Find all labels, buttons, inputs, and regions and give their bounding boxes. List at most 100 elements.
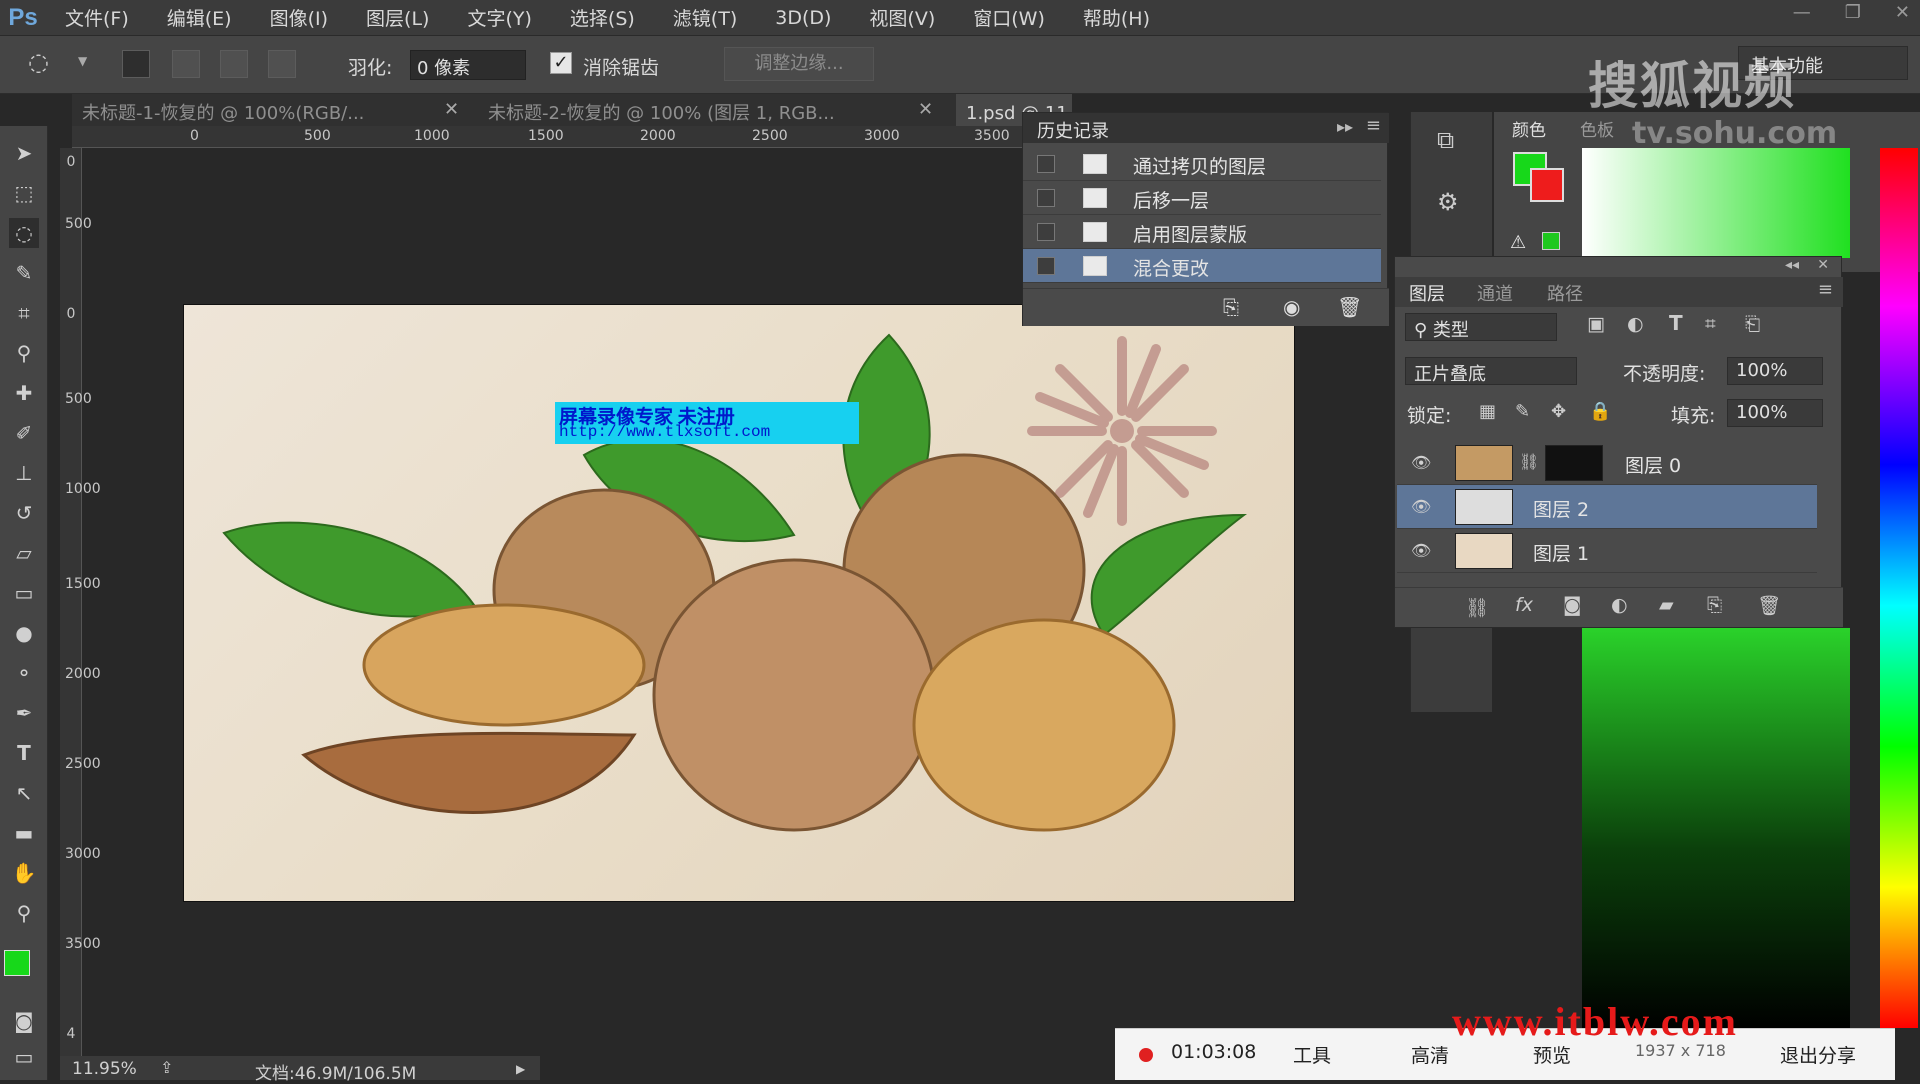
menu-select[interactable]: 选择(S): [551, 4, 654, 31]
recorder-exit-button[interactable]: 退出分享: [1780, 1041, 1856, 1068]
layer-name[interactable]: 图层 2: [1533, 495, 1589, 522]
close-icon[interactable]: ✕: [444, 99, 459, 120]
chevron-down-icon[interactable]: ▼: [78, 54, 87, 68]
history-panel-icon[interactable]: ⧉: [1437, 126, 1454, 154]
close-icon[interactable]: ✕: [1817, 257, 1829, 273]
lasso-tool-icon[interactable]: ◌: [9, 218, 39, 248]
adjustment-layer-icon[interactable]: ◐: [1611, 594, 1628, 616]
color-spectrum-field[interactable]: [1582, 148, 1850, 258]
snapshot-checkbox[interactable]: [1037, 223, 1055, 241]
collapse-icon[interactable]: ◂◂: [1785, 257, 1799, 273]
menu-edit[interactable]: 编辑(E): [148, 4, 251, 31]
hand-tool-icon[interactable]: ✋: [9, 858, 39, 888]
opacity-input[interactable]: 100%: [1727, 357, 1823, 385]
type-filter-icon[interactable]: T: [1669, 311, 1683, 335]
share-icon[interactable]: ⇪: [160, 1058, 173, 1077]
refine-edge-button[interactable]: 调整边缘...: [724, 47, 874, 81]
snapshot-checkbox[interactable]: [1037, 257, 1055, 275]
maximize-icon[interactable]: ❐: [1845, 2, 1861, 23]
panel-menu-icon[interactable]: ≡: [1366, 115, 1381, 136]
new-layer-icon[interactable]: ⎘: [1707, 594, 1722, 616]
tab-channels[interactable]: 通道: [1477, 280, 1513, 306]
fill-input[interactable]: 100%: [1727, 399, 1823, 427]
menu-help[interactable]: 帮助(H): [1064, 4, 1169, 31]
layer-filter-select[interactable]: ⚲ 类型: [1405, 313, 1557, 341]
layer-row[interactable]: 👁 ⛓ 图层 0: [1397, 441, 1817, 485]
trash-icon[interactable]: 🗑: [1337, 295, 1362, 319]
zoom-level[interactable]: 11.95%: [72, 1059, 137, 1079]
collapse-icon[interactable]: ▸▸: [1337, 117, 1353, 136]
lock-all-icon[interactable]: 🔒: [1589, 401, 1611, 422]
camera-icon[interactable]: ◉: [1283, 295, 1300, 319]
history-item[interactable]: 后移一层: [1023, 181, 1381, 215]
recorder-preview-button[interactable]: 预览: [1533, 1041, 1571, 1068]
new-document-icon[interactable]: ⎘: [1223, 295, 1239, 319]
pen-tool-icon[interactable]: ✒: [9, 698, 39, 728]
snapshot-checkbox[interactable]: [1037, 189, 1055, 207]
link-layers-icon[interactable]: ⛓: [1465, 596, 1489, 619]
visibility-eye-icon[interactable]: 👁: [1411, 497, 1433, 516]
blend-mode-select[interactable]: 正片叠底: [1405, 357, 1577, 385]
lock-pixels-icon[interactable]: ✎: [1515, 401, 1530, 422]
menu-layer[interactable]: 图层(L): [347, 4, 448, 31]
type-tool-icon[interactable]: T: [9, 738, 39, 768]
screen-mode-icon[interactable]: ▭: [9, 1042, 39, 1072]
history-item[interactable]: 混合更改: [1023, 249, 1381, 283]
tab-untitled-1[interactable]: 未标题-1-恢复的 @ 100%(RGB/...: [72, 94, 472, 126]
brush-tool-icon[interactable]: ✐: [9, 418, 39, 448]
fx-icon[interactable]: fx: [1515, 594, 1533, 616]
rectangle-tool-icon[interactable]: ▬: [9, 818, 39, 848]
crop-tool-icon[interactable]: ⌗: [9, 298, 39, 328]
folder-icon[interactable]: ▰: [1659, 594, 1674, 616]
web-safe-swatch[interactable]: [1542, 232, 1560, 250]
image-filter-icon[interactable]: ▣: [1587, 313, 1605, 335]
healing-tool-icon[interactable]: ✚: [9, 378, 39, 408]
tab-untitled-2[interactable]: 未标题-2-恢复的 @ 100% (图层 1, RGB...: [478, 94, 938, 126]
visibility-eye-icon[interactable]: 👁: [1411, 453, 1433, 472]
lock-transparent-icon[interactable]: ▦: [1479, 401, 1496, 422]
stamp-tool-icon[interactable]: ⊥: [9, 458, 39, 488]
tab-color[interactable]: 颜色: [1512, 116, 1546, 141]
quick-mask-icon[interactable]: ◙: [9, 1006, 39, 1036]
snapshot-checkbox[interactable]: [1037, 155, 1055, 173]
foreground-color-swatch[interactable]: [4, 950, 30, 976]
layer-row[interactable]: 👁 图层 1: [1397, 529, 1817, 573]
history-item[interactable]: 通过拷贝的图层: [1023, 147, 1381, 181]
trash-icon[interactable]: 🗑: [1757, 594, 1781, 617]
lasso-icon[interactable]: ◌: [28, 48, 49, 76]
close-icon[interactable]: ✕: [1895, 2, 1910, 23]
antialias-checkbox[interactable]: ✓: [550, 52, 572, 74]
quick-select-tool-icon[interactable]: ✎: [9, 258, 39, 288]
hue-slider[interactable]: [1880, 148, 1918, 1028]
adjustment-filter-icon[interactable]: ◐: [1627, 313, 1644, 335]
recorder-quality-menu[interactable]: 高清: [1411, 1041, 1449, 1068]
recorder-tools-menu[interactable]: 工具: [1293, 1041, 1331, 1068]
history-item[interactable]: 启用图层蒙版: [1023, 215, 1381, 249]
visibility-eye-icon[interactable]: 👁: [1411, 541, 1433, 560]
add-mask-icon[interactable]: ◙: [1563, 594, 1581, 616]
gradient-tool-icon[interactable]: ▭: [9, 578, 39, 608]
eyedropper-tool-icon[interactable]: ⚲: [9, 338, 39, 368]
eraser-tool-icon[interactable]: ▱: [9, 538, 39, 568]
shape-filter-icon[interactable]: ⌗: [1705, 313, 1716, 335]
dodge-tool-icon[interactable]: ⚬: [9, 658, 39, 688]
tab-paths[interactable]: 路径: [1547, 280, 1583, 306]
feather-input[interactable]: 0 像素: [410, 50, 526, 80]
intersect-selection-button[interactable]: [268, 50, 296, 78]
document-canvas[interactable]: [183, 304, 1295, 902]
menu-filter[interactable]: 滤镜(T): [654, 4, 756, 31]
menu-file[interactable]: 文件(F): [46, 4, 148, 31]
move-tool-icon[interactable]: ➤: [9, 138, 39, 168]
status-menu-arrow-icon[interactable]: ▶: [516, 1062, 525, 1076]
close-icon[interactable]: ✕: [918, 99, 933, 120]
menu-view[interactable]: 视图(V): [850, 4, 954, 31]
lock-position-icon[interactable]: ✥: [1551, 401, 1566, 422]
add-selection-button[interactable]: [172, 50, 200, 78]
panel-menu-icon[interactable]: ≡: [1818, 279, 1833, 300]
properties-panel-icon[interactable]: ⚙: [1437, 188, 1459, 216]
layer-mask-thumbnail[interactable]: [1545, 445, 1603, 481]
tab-layers[interactable]: 图层: [1409, 280, 1445, 306]
menu-3d[interactable]: 3D(D): [756, 7, 850, 29]
marquee-tool-icon[interactable]: ⬚: [9, 178, 39, 208]
new-selection-button[interactable]: [122, 50, 150, 78]
